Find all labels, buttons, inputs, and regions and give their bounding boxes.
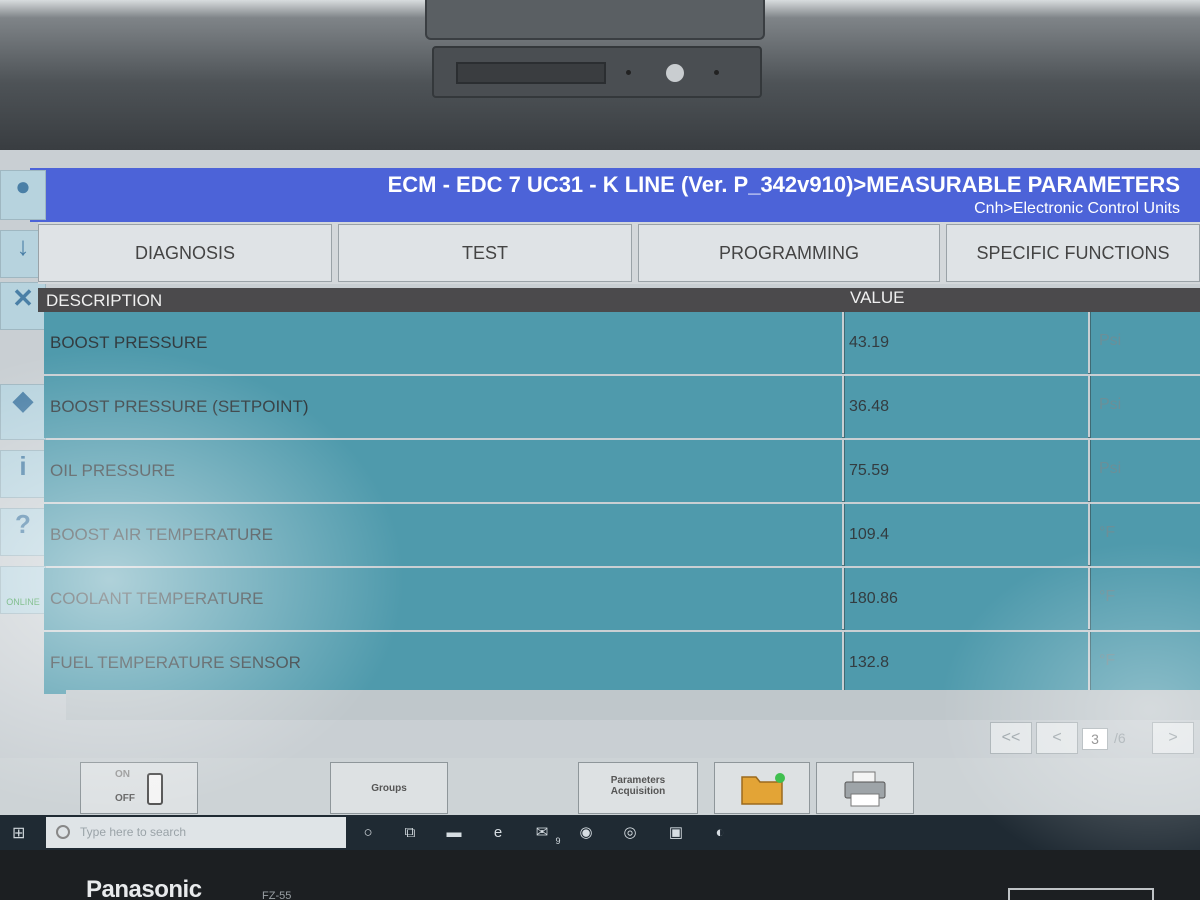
ecu-icon: ◆ [13, 385, 33, 415]
parameter-name: OIL PRESSURE [44, 440, 842, 502]
camera-slot [456, 62, 606, 84]
task-view-icon[interactable]: ⧉ [400, 823, 420, 843]
circle-icon: ● [15, 171, 31, 201]
parameter-name: BOOST PRESSURE (SETPOINT) [44, 376, 842, 438]
bezel-hinge [425, 0, 765, 40]
parameter-value: 36.48 [844, 376, 1088, 438]
toughbook-badge [1008, 888, 1154, 900]
parameters-acquisition-button[interactable]: Parameters Acquisition [578, 762, 698, 814]
rail-online-status: ONLINE [0, 566, 46, 614]
parameter-unit: Psi [1090, 312, 1200, 374]
parameter-value: 109.4 [844, 504, 1088, 566]
on-label: ON [115, 769, 130, 780]
edge-icon[interactable]: ◉ [576, 823, 596, 843]
model-label: FZ-55 [262, 890, 292, 900]
search-icon [56, 825, 70, 839]
column-header-value: VALUE [850, 288, 905, 307]
parameter-name: BOOST PRESSURE [44, 312, 842, 374]
chrome-icon[interactable]: ◎ [620, 823, 640, 843]
wrench-icon: ✕ [12, 283, 34, 313]
webcam-module [432, 46, 762, 98]
windows-taskbar: ⊞ Type here to search ○ ⧉ ▬ e ✉ 9 ◉ ◎ ▣ … [0, 815, 1200, 850]
info-icon: i [19, 451, 27, 481]
table-row[interactable]: FUEL TEMPERATURE SENSOR 132.8 °F [44, 632, 1200, 694]
laptop-bezel-top [0, 0, 1200, 150]
parameter-unit: °F [1090, 632, 1200, 694]
edge-legacy-icon[interactable]: e [488, 823, 508, 843]
parameter-name: FUEL TEMPERATURE SENSOR [44, 632, 842, 694]
print-button[interactable] [816, 762, 914, 814]
parameter-name: BOOST AIR TEMPERATURE [44, 504, 842, 566]
on-off-toggle-button[interactable]: ON OFF [80, 762, 198, 814]
open-folder-button[interactable] [714, 762, 810, 814]
groups-button[interactable]: Groups [330, 762, 448, 814]
bottom-toolbar: ON OFF Groups Parameters Acquisition [0, 758, 1200, 818]
current-page-field[interactable]: 3 [1082, 728, 1108, 750]
title-bar: ECM - EDC 7 UC31 - K LINE (Ver. P_342v91… [30, 168, 1200, 222]
table-header: DESCRIPTION VALUE [38, 288, 1200, 312]
mail-badge: 9 [555, 836, 561, 846]
table-row[interactable]: COOLANT TEMPERATURE 180.86 °F [44, 568, 1200, 630]
search-placeholder: Type here to search [80, 825, 187, 839]
sensor-dot [714, 70, 719, 75]
table-empty-area [66, 690, 1200, 720]
rail-info-button[interactable]: i [0, 450, 46, 498]
first-page-button[interactable]: << [990, 722, 1032, 754]
switch-icon [147, 773, 163, 805]
question-mark-icon: ? [15, 509, 31, 539]
table-row[interactable]: OIL PRESSURE 75.59 Psi [44, 440, 1200, 502]
tab-programming[interactable]: PROGRAMMING [638, 224, 940, 282]
camera-lens [666, 64, 684, 82]
windows-start-icon[interactable]: ⊞ [12, 823, 30, 842]
rail-home-button[interactable]: ● [0, 170, 46, 220]
parameter-value: 180.86 [844, 568, 1088, 630]
taskbar-search-input[interactable]: Type here to search [46, 817, 346, 848]
parameter-value: 43.19 [844, 312, 1088, 374]
download-icon: ↓ [16, 231, 30, 261]
total-pages: /6 [1114, 730, 1126, 746]
parameter-value: 75.59 [844, 440, 1088, 502]
sensor-dot [626, 70, 631, 75]
parameter-unit: Psi [1090, 440, 1200, 502]
est-app-icon[interactable]: ▣ [666, 823, 686, 843]
tab-specific-functions[interactable]: SPECIFIC FUNCTIONS [946, 224, 1200, 282]
parameter-unit: °F [1090, 568, 1200, 630]
table-row[interactable]: BOOST AIR TEMPERATURE 109.4 °F [44, 504, 1200, 566]
rail-help-button[interactable]: ? [0, 508, 46, 556]
main-tabs: DIAGNOSIS TEST PROGRAMMING SPECIFIC FUNC… [38, 222, 1200, 284]
parameter-unit: °F [1090, 504, 1200, 566]
previous-page-button[interactable]: < [1036, 722, 1078, 754]
parameter-name: COOLANT TEMPERATURE [44, 568, 842, 630]
page-title: ECM - EDC 7 UC31 - K LINE (Ver. P_342v91… [387, 172, 1180, 197]
rail-ecu-button[interactable]: ◆ [0, 384, 46, 440]
tab-test[interactable]: TEST [338, 224, 632, 282]
brand-logo: Panasonic [86, 876, 202, 900]
file-explorer-icon[interactable]: ▬ [444, 823, 464, 843]
cortana-icon[interactable]: ○ [358, 823, 378, 843]
pagination: << < 3 /6 > [990, 722, 1200, 756]
folder-icon [741, 773, 785, 805]
online-label: ONLINE [6, 597, 40, 607]
printer-icon [844, 771, 886, 807]
table-row[interactable]: BOOST PRESSURE 43.19 Psi [44, 312, 1200, 374]
app-icon[interactable]: ◐ [710, 823, 730, 843]
breadcrumb: Cnh>Electronic Control Units [974, 200, 1180, 217]
parameter-unit: Psi [1090, 376, 1200, 438]
column-header-description: DESCRIPTION [46, 291, 163, 310]
app-screen: ECM - EDC 7 UC31 - K LINE (Ver. P_342v91… [0, 150, 1200, 850]
off-label: OFF [115, 793, 135, 804]
tab-diagnosis[interactable]: DIAGNOSIS [38, 224, 332, 282]
parameter-value: 132.8 [844, 632, 1088, 694]
next-page-button[interactable]: > [1152, 722, 1194, 754]
table-row[interactable]: BOOST PRESSURE (SETPOINT) 36.48 Psi [44, 376, 1200, 438]
